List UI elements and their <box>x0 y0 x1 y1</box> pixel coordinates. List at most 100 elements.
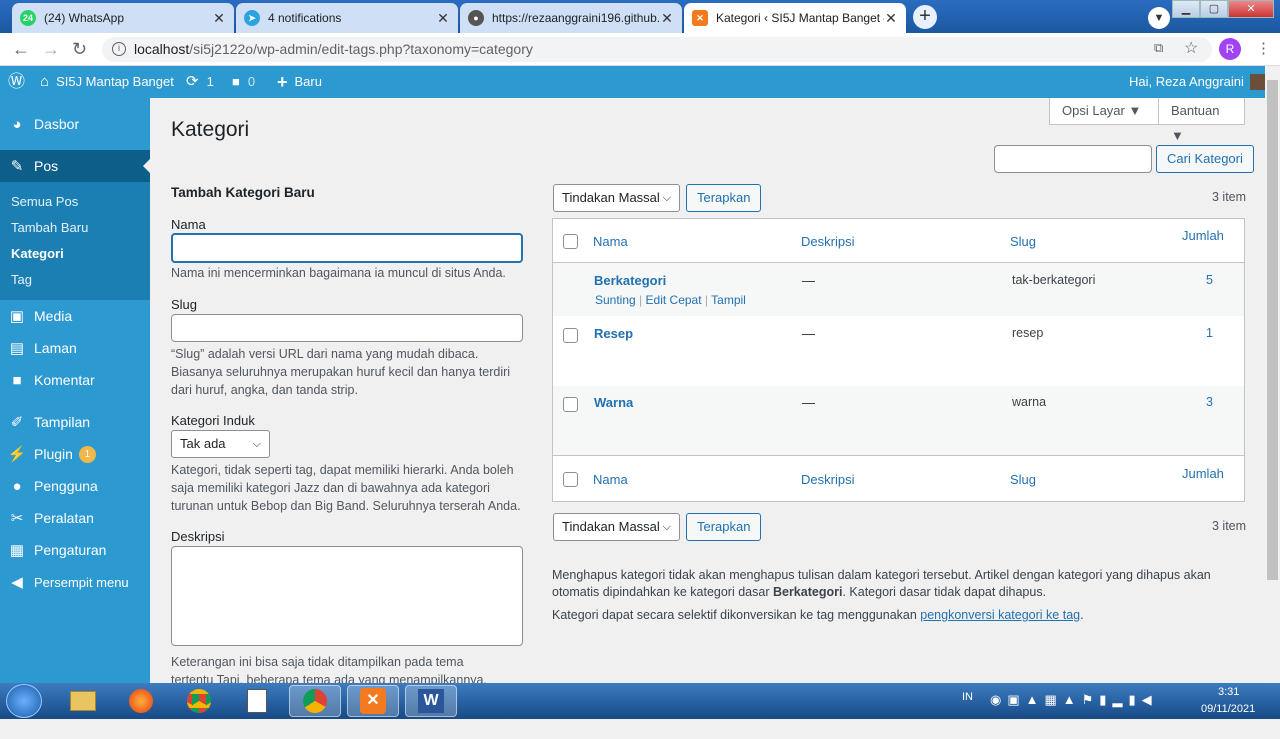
chrome-profile-icon[interactable] <box>289 685 341 717</box>
main-content: Opsi Layar ▼ Bantuan ▼ Kategori Cari Kat… <box>150 98 1265 683</box>
maximize-button[interactable]: ▢ <box>1200 0 1228 18</box>
col-count-footer[interactable]: Jumlah <box>1182 466 1224 481</box>
chrome-icon[interactable] <box>173 685 225 717</box>
col-desc-header[interactable]: Deskripsi <box>801 234 854 249</box>
screen-options-button[interactable]: Opsi Layar ▼ <box>1049 98 1160 125</box>
tab-github[interactable]: ● https://rezaanggraini196.github.i ✕ <box>460 3 682 33</box>
search-categories-button[interactable]: Cari Kategori <box>1156 145 1254 173</box>
convert-note: Kategori dapat secara selektif dikonvers… <box>552 607 1212 624</box>
close-tab-icon[interactable]: ✕ <box>884 10 898 27</box>
parent-select[interactable]: Tak ada ⌵ <box>171 430 270 458</box>
tab-telegram[interactable]: ➤ 4 notifications ✕ <box>236 3 458 33</box>
help-button[interactable]: Bantuan ▼ <box>1158 98 1245 143</box>
scrollbar-thumb[interactable] <box>1267 80 1278 580</box>
description-textarea[interactable] <box>171 546 523 646</box>
row-name-link[interactable]: Warna <box>594 395 633 410</box>
word-icon[interactable]: W <box>405 685 457 717</box>
col-name-header[interactable]: Nama <box>593 234 628 249</box>
col-count-header[interactable]: Jumlah <box>1182 228 1224 243</box>
wordpress-logo-icon[interactable]: Ⓦ <box>8 66 25 98</box>
view-link[interactable]: Tampil <box>711 293 746 307</box>
apply-button-bottom[interactable]: Terapkan <box>686 513 762 541</box>
converter-link[interactable]: pengkonversi kategori ke tag <box>920 608 1080 622</box>
row-count-link[interactable]: 3 <box>1206 395 1213 409</box>
new-tab-button[interactable]: + <box>913 5 937 29</box>
row-checkbox[interactable] <box>563 397 578 412</box>
xampp-icon[interactable]: ✕ <box>347 685 399 717</box>
default-category: Berkategori <box>772 585 843 599</box>
site-name-link[interactable]: ⌂ SI5J Mantap Banget <box>40 66 174 98</box>
start-button[interactable] <box>6 684 42 718</box>
notepad-icon[interactable] <box>231 685 283 717</box>
menu-plugins[interactable]: ⚡ Plugin 1 <box>0 438 150 470</box>
col-name-footer[interactable]: Nama <box>593 472 628 487</box>
menu-kebab-icon[interactable]: ⋮ <box>1256 39 1271 57</box>
menu-media[interactable]: ▣ Media <box>0 300 150 332</box>
submenu-tags[interactable]: Tag <box>11 272 32 287</box>
menu-dashboard[interactable]: ◕ Dasbor <box>0 108 150 140</box>
tab-whatsapp[interactable]: 24 (24) WhatsApp ✕ <box>12 3 234 33</box>
extension-icon[interactable]: ▼ <box>1148 7 1170 29</box>
row-name-link[interactable]: Berkategori <box>594 273 666 288</box>
firefox-icon[interactable] <box>115 685 167 717</box>
info-icon[interactable]: i <box>112 42 126 56</box>
comments-link[interactable]: ■ 0 <box>232 66 255 98</box>
apply-button-top[interactable]: Terapkan <box>686 184 762 212</box>
clock-date[interactable]: 09/11/2021 <box>1201 703 1255 739</box>
bulk-action-select-top[interactable]: Tindakan Massal ⌵ <box>553 184 680 212</box>
close-tab-icon[interactable]: ✕ <box>660 10 674 27</box>
tray-icons[interactable]: ◉▣▲▦▲⚑▮▂▮◀ <box>990 692 1158 728</box>
bookmark-star-icon[interactable]: ☆ <box>1184 38 1198 58</box>
col-slug-header[interactable]: Slug <box>1010 234 1036 249</box>
bulk-action-select-bottom[interactable]: Tindakan Massal ⌵ <box>553 513 680 541</box>
select-all-checkbox-footer[interactable] <box>563 472 578 487</box>
back-icon[interactable]: ← <box>12 39 30 60</box>
collapse-menu-button[interactable]: ◀ Persempit menu <box>0 566 150 598</box>
comments-count: 0 <box>247 74 256 89</box>
close-window-button[interactable]: ✕ <box>1228 0 1274 18</box>
select-all-checkbox[interactable] <box>563 234 578 249</box>
menu-label: Plugin <box>34 446 73 462</box>
account-link[interactable]: Hai, Reza Anggraini <box>1129 66 1266 98</box>
updates-link[interactable]: ⟳ 1 <box>186 66 214 98</box>
reload-icon[interactable]: ↻ <box>72 39 87 60</box>
name-input[interactable] <box>171 233 523 263</box>
explorer-icon[interactable] <box>57 685 109 717</box>
comment-icon: ■ <box>12 371 22 389</box>
row-count-link[interactable]: 5 <box>1206 273 1213 287</box>
edit-link[interactable]: Sunting <box>595 293 636 307</box>
menu-appearance[interactable]: ✐ Tampilan <box>0 406 150 438</box>
url-field[interactable]: i localhost/si5j2122o/wp-admin/edit-tags… <box>102 37 1212 62</box>
translate-icon[interactable]: ⧉ <box>1154 40 1163 56</box>
profile-avatar[interactable]: R <box>1219 38 1241 60</box>
close-tab-icon[interactable]: ✕ <box>212 10 226 27</box>
quick-edit-link[interactable]: Edit Cepat <box>646 293 702 307</box>
forward-icon[interactable]: → <box>42 39 60 60</box>
new-content-link[interactable]: + Baru <box>277 66 322 98</box>
menu-users[interactable]: ● Pengguna <box>0 470 150 502</box>
tab-kategori[interactable]: ✕ Kategori ‹ SI5J Mantap Banget — ✕ <box>684 3 906 33</box>
col-desc-footer[interactable]: Deskripsi <box>801 472 854 487</box>
slug-input[interactable] <box>171 314 523 342</box>
menu-settings[interactable]: ▦ Pengaturan <box>0 534 150 566</box>
menu-tools[interactable]: ✂ Peralatan <box>0 502 150 534</box>
submenu-categories[interactable]: Kategori <box>11 246 64 261</box>
bulk-action-value: Tindakan Massal <box>562 190 660 205</box>
menu-posts[interactable]: ✎ Pos <box>0 150 150 182</box>
table-footer: Nama Deskripsi Slug Jumlah <box>553 457 1244 501</box>
col-slug-footer[interactable]: Slug <box>1010 472 1036 487</box>
submenu-add-new[interactable]: Tambah Baru <box>11 220 88 235</box>
close-tab-icon[interactable]: ✕ <box>436 10 450 27</box>
page-scrollbar[interactable] <box>1265 66 1280 683</box>
row-description: — <box>802 395 815 410</box>
menu-comments[interactable]: ■ Komentar <box>0 364 150 396</box>
menu-pages[interactable]: ▤ Laman <box>0 332 150 364</box>
row-name-link[interactable]: Resep <box>594 326 633 341</box>
search-input[interactable] <box>994 145 1152 173</box>
admin-sidebar: ◕ Dasbor ✎ Pos Semua Pos Tambah Baru Kateg… <box>0 98 151 683</box>
row-checkbox[interactable] <box>563 328 578 343</box>
language-indicator[interactable]: IN <box>962 691 973 727</box>
minimize-button[interactable]: ▁ <box>1172 0 1200 18</box>
row-count-link[interactable]: 1 <box>1206 326 1213 340</box>
submenu-all-posts[interactable]: Semua Pos <box>11 194 78 209</box>
